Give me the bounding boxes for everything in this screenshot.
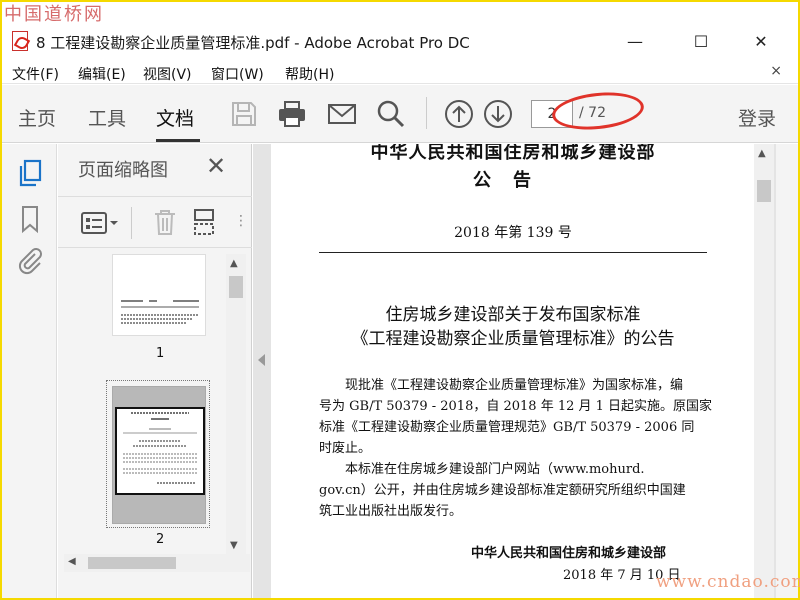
document-vertical-scrollbar[interactable]: ▲ bbox=[754, 144, 774, 598]
scrollbar-thumb[interactable] bbox=[229, 276, 243, 298]
panel-close-button[interactable]: ✕ bbox=[206, 152, 226, 180]
page-1-preview bbox=[121, 300, 199, 324]
navigation-pane-icons bbox=[2, 144, 57, 598]
document-signature: 中华人民共和国住房和城乡建设部 bbox=[471, 546, 667, 561]
body-line-4: 时废止。 bbox=[319, 441, 372, 456]
login-button[interactable]: 登录 bbox=[738, 104, 776, 131]
watermark-logo-top: 中国道桥网 bbox=[4, 4, 104, 25]
page-2-preview bbox=[123, 412, 197, 484]
bookmark-icon[interactable] bbox=[16, 204, 44, 234]
close-button[interactable]: ✕ bbox=[746, 28, 776, 56]
document-notice-heading: 公告 bbox=[473, 170, 553, 191]
document-title-line-2: 《工程建设勘察企业质量管理标准》的公告 bbox=[351, 329, 675, 349]
attachment-icon[interactable] bbox=[16, 246, 44, 276]
panel-title: 页面缩略图 bbox=[78, 160, 168, 181]
save-icon[interactable] bbox=[228, 98, 260, 130]
page-thumbnails-icon[interactable] bbox=[16, 158, 44, 188]
menu-edit[interactable]: 编辑(E) bbox=[78, 64, 126, 84]
search-icon[interactable] bbox=[375, 98, 407, 130]
pdf-page: 中华人民共和国住房和城乡建设部 公告 2018 年第 139 号 住房城乡建设部… bbox=[271, 144, 755, 598]
extract-pages-icon[interactable] bbox=[192, 207, 218, 237]
right-pane-edge bbox=[776, 144, 798, 598]
collapse-left-pane-icon[interactable] bbox=[258, 354, 265, 366]
body-line-5: 本标准在住房城乡建设部门户网站（www.mohurd. bbox=[345, 462, 645, 477]
tab-document[interactable]: 文档 bbox=[156, 104, 194, 131]
page-2-viewport bbox=[115, 407, 205, 495]
scroll-left-icon[interactable]: ◀ bbox=[68, 556, 76, 567]
doc-scrollbar-thumb[interactable] bbox=[757, 180, 771, 202]
horizontal-scrollbar-thumb[interactable] bbox=[88, 557, 176, 569]
scroll-down-icon[interactable]: ▼ bbox=[230, 540, 238, 551]
page-thumbnail-2[interactable] bbox=[112, 386, 206, 524]
thumbnail-label-2: 2 bbox=[156, 532, 165, 547]
body-line-7: 筑工业出版社出版发行。 bbox=[319, 504, 463, 519]
print-icon[interactable] bbox=[276, 98, 308, 130]
thumbnail-vertical-scrollbar[interactable]: ▲ ▼ bbox=[226, 254, 246, 554]
document-issuer: 中华人民共和国住房和城乡建设部 bbox=[370, 144, 656, 163]
thumbnail-label-1: 1 bbox=[156, 346, 165, 361]
scroll-up-icon[interactable]: ▲ bbox=[230, 258, 238, 269]
window-title: 8 工程建设勘察企业质量管理标准.pdf - Adobe Acrobat Pro… bbox=[36, 34, 470, 52]
page-thumbnail-1[interactable] bbox=[112, 254, 206, 336]
pdf-file-icon bbox=[12, 31, 28, 51]
menu-file[interactable]: 文件(F) bbox=[12, 64, 59, 84]
menu-view[interactable]: 视图(V) bbox=[143, 64, 192, 84]
thumbnail-horizontal-scrollbar[interactable]: ◀ bbox=[64, 554, 250, 572]
active-tab-indicator bbox=[156, 139, 200, 142]
menu-help[interactable]: 帮助(H) bbox=[285, 64, 334, 84]
delete-page-icon[interactable] bbox=[152, 207, 178, 237]
page-thumbnails-panel: 页面缩略图 ✕ ⋮ 1 2 ▲ ▼ ◀ bbox=[58, 144, 252, 598]
document-rule bbox=[319, 252, 707, 253]
acrobat-window: 8 工程建设勘察企业质量管理标准.pdf - Adobe Acrobat Pro… bbox=[2, 2, 798, 598]
body-line-1: 现批准《工程建设勘察企业质量管理标准》为国家标准，编 bbox=[345, 378, 684, 393]
mail-icon[interactable] bbox=[326, 98, 358, 130]
toolbar-separator bbox=[426, 97, 427, 129]
more-tools-icon[interactable]: ⋮ bbox=[234, 213, 248, 229]
toolbar: 主页 工具 文档 2 / 72 登录 bbox=[2, 85, 798, 143]
document-number: 2018 年第 139 号 bbox=[454, 225, 572, 241]
page-up-icon[interactable] bbox=[443, 98, 475, 130]
document-view[interactable]: 中华人民共和国住房和城乡建设部 公告 2018 年第 139 号 住房城乡建设部… bbox=[253, 144, 786, 598]
options-menu-icon[interactable] bbox=[80, 210, 120, 236]
maximize-button[interactable]: ☐ bbox=[686, 28, 716, 56]
page-down-icon[interactable] bbox=[482, 98, 514, 130]
menu-bar: 文件(F) 编辑(E) 视图(V) 窗口(W) 帮助(H) × bbox=[2, 60, 798, 84]
menu-window[interactable]: 窗口(W) bbox=[211, 64, 264, 84]
doc-scroll-up-icon[interactable]: ▲ bbox=[758, 148, 766, 159]
tab-tools[interactable]: 工具 bbox=[88, 104, 126, 131]
thumbnail-toolbar: ⋮ bbox=[58, 196, 252, 248]
body-line-2: 号为 GB/T 50379 - 2018，自 2018 年 12 月 1 日起实… bbox=[319, 399, 713, 414]
tool-separator bbox=[131, 207, 132, 239]
tab-home[interactable]: 主页 bbox=[18, 104, 56, 131]
body-line-3: 标准《工程建设勘察企业质量管理规范》GB/T 50379 - 2006 同 bbox=[319, 420, 695, 435]
close-document-button[interactable]: × bbox=[770, 63, 782, 79]
title-bar: 8 工程建设勘察企业质量管理标准.pdf - Adobe Acrobat Pro… bbox=[2, 24, 798, 60]
document-title-line-1: 住房城乡建设部关于发布国家标准 bbox=[385, 305, 641, 325]
body-line-6: gov.cn）公开，并由住房城乡建设部标准定额研究所组织中国建 bbox=[319, 483, 686, 498]
minimize-button[interactable]: — bbox=[620, 28, 650, 56]
watermark-url-bottom: www.cndao.com bbox=[656, 572, 800, 592]
